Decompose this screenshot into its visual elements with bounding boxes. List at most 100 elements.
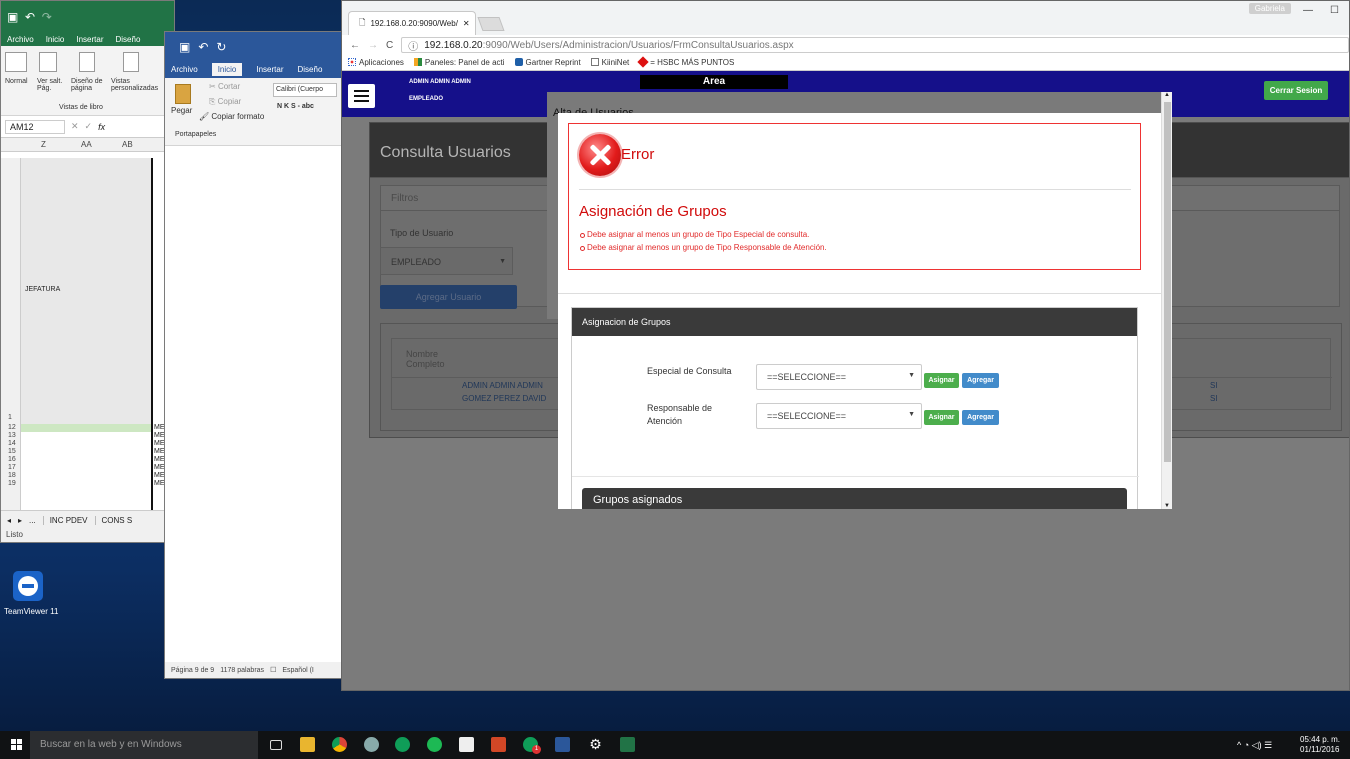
settings-tool-icon[interactable]: [364, 737, 379, 752]
row-header[interactable]: 17: [8, 464, 16, 471]
mail-icon[interactable]: [459, 737, 474, 752]
system-tray-icons[interactable]: ^ ◔ ◁) ☰: [1237, 740, 1272, 751]
jefatura-cell[interactable]: JEFATURA: [25, 286, 60, 293]
row-header[interactable]: 1: [8, 414, 12, 421]
excel-tab-inicio[interactable]: Inicio: [46, 35, 65, 44]
excel-tab-insertar[interactable]: Insertar: [76, 35, 103, 44]
assign-responsible-button[interactable]: Asignar: [924, 410, 959, 425]
column-header[interactable]: Z: [41, 140, 46, 149]
add-responsible-button[interactable]: Agregar: [962, 410, 999, 425]
paste-icon[interactable]: [175, 84, 191, 104]
bookmark-hsbc[interactable]: = HSBC MÁS PUNTOS: [637, 56, 734, 68]
row-cell[interactable]: ME: [154, 464, 165, 472]
bookmark-paneles[interactable]: Paneles: Panel de acti: [413, 58, 505, 67]
scrollbar-thumb[interactable]: [1164, 102, 1171, 462]
row-cell[interactable]: ME: [154, 480, 165, 488]
font-style-buttons[interactable]: N K S - abc: [277, 103, 314, 110]
excel-tab-archivo[interactable]: Archivo: [7, 35, 34, 44]
sheet-tab-inc-pdev[interactable]: INC PDEV: [42, 516, 88, 525]
browser-tab[interactable]: 🗋 192.168.0.20:9090/Web/ ✕: [348, 11, 476, 35]
url-field[interactable]: ⓘ 192.168.0.20:9090/Web/Users/Administra…: [401, 37, 1349, 53]
tab-close-icon[interactable]: ✕: [463, 19, 470, 28]
undo-icon[interactable]: ↶: [198, 40, 208, 54]
info-icon[interactable]: ⓘ: [408, 38, 418, 53]
clock-date[interactable]: 01/11/2016: [1300, 745, 1339, 754]
excel-window[interactable]: ▣ ↶ ↷ Archivo Inicio Insertar Diseño Nor…: [0, 0, 175, 543]
normal-view-icon[interactable]: [5, 52, 27, 72]
format-painter-button[interactable]: 🖌 Copiar formato: [199, 112, 264, 121]
paste-button[interactable]: Pegar: [171, 106, 192, 115]
selected-row[interactable]: [21, 424, 151, 432]
row-header[interactable]: 14: [8, 440, 16, 447]
row-cell[interactable]: ME: [154, 448, 165, 456]
language[interactable]: Español (I: [282, 667, 314, 674]
row-header[interactable]: 19: [8, 480, 16, 487]
special-consult-select[interactable]: ==SELECCIONE== ▼: [756, 364, 922, 390]
profile-button[interactable]: Gabriela: [1248, 3, 1291, 14]
custom-views-icon[interactable]: [123, 52, 139, 72]
word-window[interactable]: ▣ ↶ ↻ Archivo Inicio Insertar Diseño Peg…: [164, 31, 346, 679]
task-view-icon[interactable]: [270, 740, 282, 750]
add-user-button[interactable]: Agregar Usuario: [380, 285, 517, 309]
add-special-button[interactable]: Agregar: [962, 373, 999, 388]
excel-tab-diseno[interactable]: Diseño: [116, 35, 141, 44]
hamburger-menu-icon[interactable]: [348, 84, 375, 108]
file-explorer-icon[interactable]: [300, 737, 315, 752]
row-header[interactable]: 18: [8, 472, 16, 479]
page-layout-button[interactable]: Diseño de página: [71, 78, 109, 92]
row-cell[interactable]: ME: [154, 432, 165, 440]
name-box[interactable]: AM12: [5, 119, 65, 134]
search-box[interactable]: Buscar en la web y en Windows: [30, 731, 258, 759]
word-tab-archivo[interactable]: Archivo: [171, 65, 198, 74]
forward-icon[interactable]: →: [368, 40, 378, 51]
back-icon[interactable]: ←: [350, 40, 360, 51]
normal-view-button[interactable]: Normal: [5, 78, 35, 85]
row-header[interactable]: 12: [8, 424, 16, 431]
bookmark-apps[interactable]: Aplicaciones: [348, 58, 404, 67]
confirm-icon[interactable]: ✓: [85, 121, 93, 132]
gear-icon[interactable]: ⚙: [588, 737, 603, 752]
row-cell[interactable]: ME: [154, 424, 165, 432]
powerpoint-icon[interactable]: [491, 737, 506, 752]
reload-icon[interactable]: C: [386, 40, 393, 51]
scroll-down-icon[interactable]: ▼: [1164, 503, 1170, 509]
undo-icon[interactable]: ↶: [25, 10, 35, 24]
bookmark-gartner[interactable]: Gartner Reprint: [514, 58, 581, 67]
column-header[interactable]: AB: [122, 140, 133, 149]
page-layout-icon[interactable]: [79, 52, 95, 72]
modal-scrollbar[interactable]: ▲ ▼: [1161, 92, 1172, 509]
column-header[interactable]: AA: [81, 140, 92, 149]
copy-button[interactable]: ⎘ Copiar: [209, 97, 241, 107]
page-break-button[interactable]: Ver salt. Pág.: [37, 78, 69, 92]
row-cell[interactable]: ME: [154, 472, 165, 480]
assign-special-button[interactable]: Asignar: [924, 373, 959, 388]
excel-icon[interactable]: [620, 737, 635, 752]
sheet-tab-cons[interactable]: CONS S: [94, 516, 132, 525]
page-break-icon[interactable]: [39, 52, 57, 72]
save-icon[interactable]: ▣: [179, 40, 190, 54]
word-icon[interactable]: [555, 737, 570, 752]
row-header[interactable]: 16: [8, 456, 16, 463]
cancel-icon[interactable]: ✕: [71, 121, 79, 132]
scroll-up-icon[interactable]: ▲: [1164, 92, 1170, 98]
sheet-more[interactable]: ...: [29, 516, 36, 525]
sheet-next-icon[interactable]: ▸: [18, 516, 22, 525]
sheet-prev-icon[interactable]: ◂: [7, 516, 11, 525]
cut-button[interactable]: ✂ Cortar: [209, 82, 240, 91]
table-cell-name[interactable]: GOMEZ PEREZ DAVID: [462, 394, 546, 403]
chrome-window[interactable]: 🗋 192.168.0.20:9090/Web/ ✕ Gabriela — ☐ …: [341, 0, 1350, 691]
function-icon[interactable]: fx: [98, 122, 105, 132]
logout-button[interactable]: Cerrar Sesion: [1264, 81, 1328, 100]
chrome-icon[interactable]: [332, 737, 347, 752]
new-tab-button[interactable]: [477, 17, 505, 31]
maximize-icon[interactable]: ☐: [1330, 5, 1339, 16]
row-cell[interactable]: ME: [154, 440, 165, 448]
row-header[interactable]: 15: [8, 448, 16, 455]
clock-time[interactable]: 05:44 p. m.: [1300, 735, 1340, 744]
row-cell[interactable]: ME: [154, 456, 165, 464]
windows-start-icon[interactable]: [11, 739, 23, 751]
table-cell-name[interactable]: ADMIN ADMIN ADMIN: [462, 381, 543, 390]
word-tab-diseno[interactable]: Diseño: [298, 65, 323, 74]
bookmark-kiininet[interactable]: KiiniNet: [590, 58, 629, 67]
repeat-icon[interactable]: ↻: [216, 40, 226, 54]
